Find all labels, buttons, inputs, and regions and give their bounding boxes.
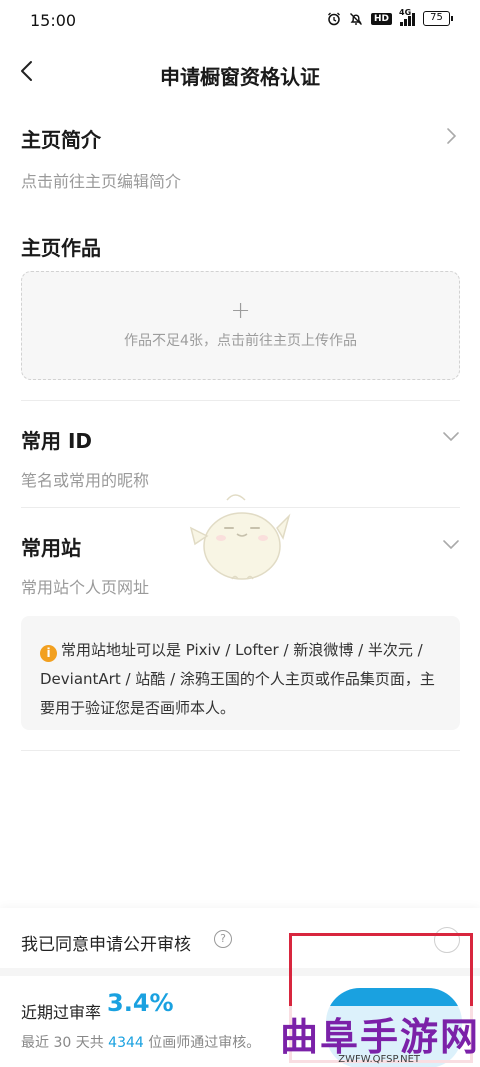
pass-rate-value: 3.4% [107,989,174,1017]
divider [21,750,460,751]
profile-intro-title: 主页简介 [21,128,101,152]
mute-bell-icon [349,12,362,25]
signal-icon: 4G [399,8,415,26]
chevron-down-icon [443,540,459,550]
info-text: 常用站地址可以是 Pixiv / Lofter / 新浪微博 / 半次元 / D… [40,641,435,717]
info-box: i 常用站地址可以是 Pixiv / Lofter / 新浪微博 / 半次元 / … [21,616,460,730]
watermark-url: ZWFW.QFSP.NET [338,1054,420,1065]
status-bar: 15:00 HD 4G 75 [0,0,480,42]
hd-badge: HD [370,12,392,25]
help-icon[interactable]: ? [214,930,232,948]
pass-rate-label: 近期过审率 [21,1003,102,1022]
watermark-title: 曲阜手游网 [280,1014,480,1059]
agree-row[interactable]: 我已同意申请公开审核 ? [0,908,480,972]
divider [21,400,460,401]
common-site-title: 常用站 [21,536,81,560]
status-time: 15:00 [30,11,77,30]
pass-stats: 最近 30 天共 4344 位画师通过审核。 [21,1032,260,1052]
agree-radio[interactable] [434,927,460,953]
agree-label: 我已同意申请公开审核 [21,935,191,955]
chevron-down-icon [443,432,459,442]
network-label: 4G [399,7,412,17]
works-title: 主页作品 [21,236,101,260]
stats-prefix: 最近 30 天共 [21,1035,109,1051]
status-icons: HD 4G 75 [327,8,453,26]
page-title: 申请橱窗资格认证 [160,65,320,89]
common-id-input[interactable]: 笔名或常用的昵称 [21,467,149,491]
mascot-illustration [189,494,291,580]
upload-hint: 作品不足4张，点击前往主页上传作品 [124,333,357,349]
plus-icon: + [230,296,251,324]
stats-count: 4344 [108,1035,144,1051]
alarm-icon [328,12,340,25]
profile-intro-hint: 点击前往主页编辑简介 [21,172,182,191]
watermark: 曲阜手游网 ZWFW.QFSP.NET [272,1006,480,1067]
info-icon: i [40,645,57,662]
chevron-right-icon [447,128,457,144]
battery-icon: 75 [423,11,453,26]
nav-bar: 申请橱窗资格认证 [0,42,480,102]
common-site-input[interactable]: 常用站个人页网址 [21,574,149,598]
common-id-title: 常用 ID [21,429,93,453]
upload-works-area[interactable]: + 作品不足4张，点击前往主页上传作品 [21,271,460,380]
divider [0,968,480,976]
stats-suffix: 位画师通过审核。 [143,1035,261,1051]
